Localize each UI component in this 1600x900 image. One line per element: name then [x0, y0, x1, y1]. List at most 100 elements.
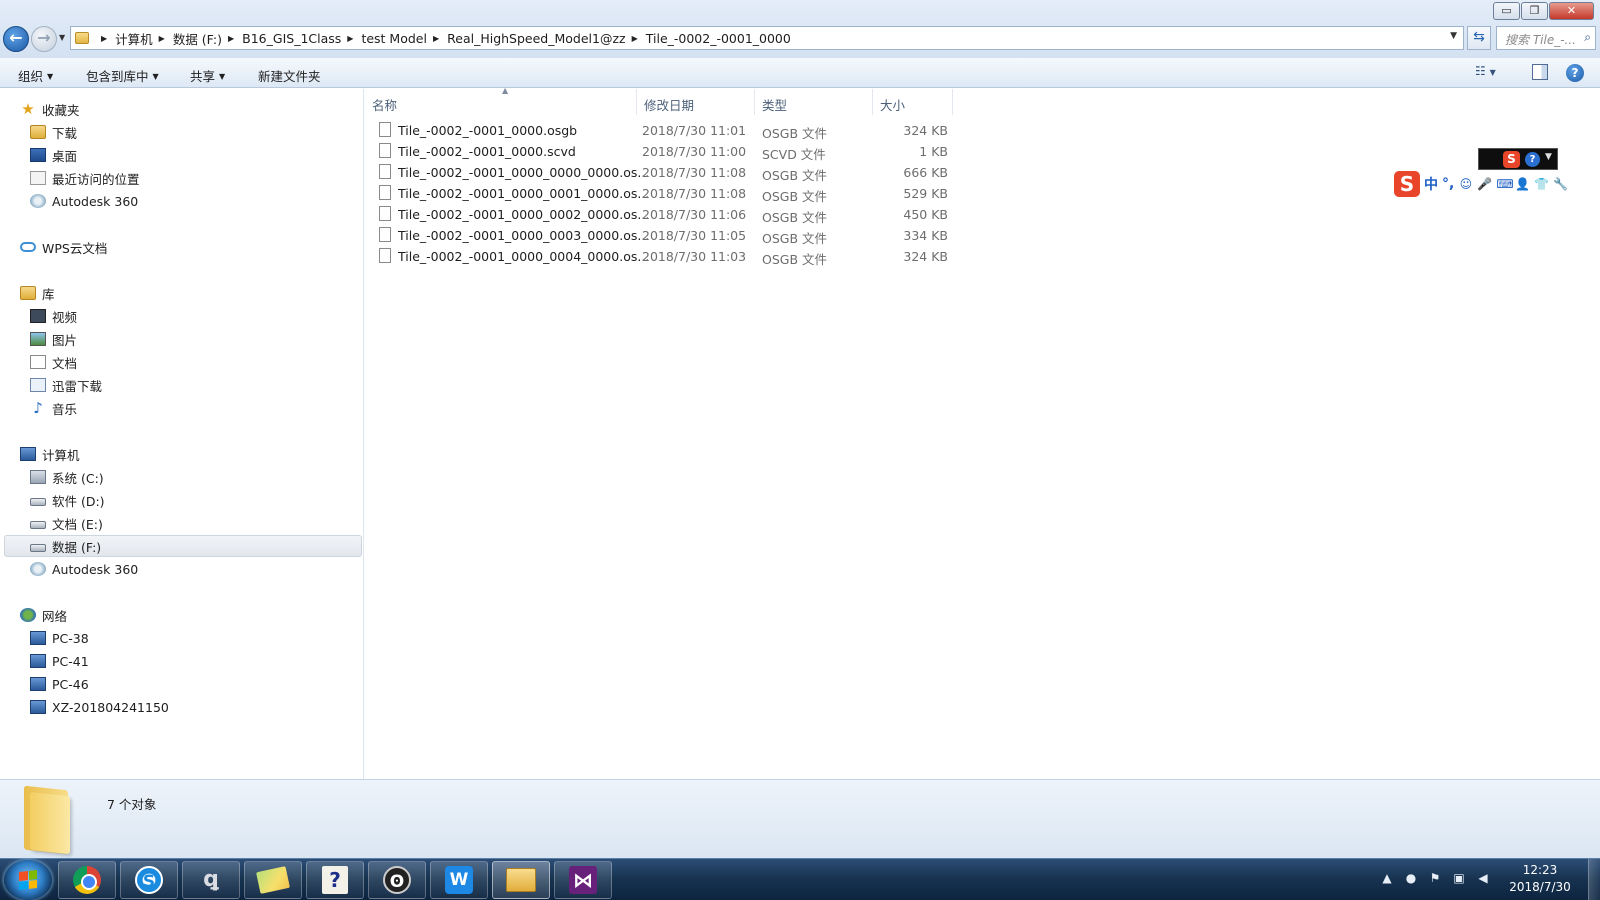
nav-pc-41[interactable]: PC-41 — [30, 650, 89, 672]
help-icon[interactable]: ? — [1525, 152, 1540, 167]
nav-recent-places[interactable]: 最近访问的位置 — [30, 167, 140, 189]
nav-autodesk-360-computer[interactable]: Autodesk 360 — [30, 558, 138, 580]
address-bar[interactable]: ▶ 计算机 ▶ 数据 (F:) ▶ B16_GIS_1Class ▶ test … — [70, 26, 1464, 50]
search-icon[interactable]: ⌕ — [1584, 30, 1591, 45]
thunder-download-library-icon — [30, 378, 46, 392]
title-address-bar: ▭ ❐ ✕ ← → ▼ ▶ 计算机 ▶ 数据 (F:) ▶ B16_GIS_1C… — [0, 0, 1600, 58]
nav-computer[interactable]: 计算机 — [20, 443, 80, 465]
file-row[interactable]: Tile_-0002_-0001_0000.scvd 2018/7/30 11:… — [379, 141, 1332, 162]
taskbar-app-sketch-tool[interactable]: ꝗ — [182, 861, 240, 899]
start-button[interactable] — [4, 860, 52, 900]
breadcrumb-separator-icon[interactable]: ▶ — [228, 34, 234, 43]
chevron-down-icon[interactable]: ▼ — [1545, 152, 1552, 162]
nav-thunder-downloads[interactable]: 迅雷下载 — [30, 374, 102, 396]
view-options-button[interactable]: ☷ ▼ — [1475, 64, 1511, 82]
taskbar-app-sticky-notes[interactable] — [244, 861, 302, 899]
network-status-icon[interactable]: ▣ — [1452, 871, 1466, 885]
file-row[interactable]: Tile_-0002_-0001_0000_0003_0000.os... 20… — [379, 225, 1332, 246]
breadcrumb-separator-icon[interactable]: ▶ — [632, 34, 638, 43]
include-library-menu[interactable]: 包含到库中 ▼ — [86, 66, 159, 85]
nav-network[interactable]: 网络 — [20, 604, 67, 626]
document-library-icon — [30, 355, 46, 369]
nav-pictures[interactable]: 图片 — [30, 328, 77, 350]
search-input[interactable]: 搜索 Tile_-... ⌕ — [1496, 26, 1596, 50]
file-name: Tile_-0002_-0001_0000_0002_0000.os... — [398, 207, 650, 222]
nav-videos[interactable]: 视频 — [30, 305, 77, 327]
breadcrumb-separator-icon[interactable]: ▶ — [347, 34, 353, 43]
close-button[interactable]: ✕ — [1549, 2, 1594, 20]
taskbar-app-chrome[interactable] — [58, 861, 116, 899]
breadcrumb-test-model[interactable]: test Model — [361, 31, 427, 46]
emoji-icon[interactable]: ☺ — [1458, 177, 1473, 192]
minimize-button[interactable]: ▭ — [1493, 2, 1520, 20]
taskbar-app-help[interactable]: ? — [306, 861, 364, 899]
address-history-dropdown[interactable]: ▼ — [1450, 31, 1457, 41]
taskbar-app-sogou-browser[interactable]: S — [120, 861, 178, 899]
breadcrumb-separator-icon[interactable]: ▶ — [433, 34, 439, 43]
nav-autodesk-360-fav[interactable]: Autodesk 360 — [30, 190, 138, 212]
breadcrumb-real-highspeed[interactable]: Real_HighSpeed_Model1@zz — [447, 31, 625, 46]
column-header-date[interactable]: 修改日期 — [637, 89, 755, 115]
refresh-button[interactable]: ⇆ — [1467, 26, 1491, 50]
nav-libraries[interactable]: 库 — [20, 282, 55, 304]
show-desktop-button[interactable] — [1588, 859, 1600, 900]
nav-label: 库 — [42, 286, 55, 302]
file-row[interactable]: Tile_-0002_-0001_0000_0002_0000.os... 20… — [379, 204, 1332, 225]
breadcrumb-b16-gis[interactable]: B16_GIS_1Class — [242, 31, 341, 46]
sogou-logo-icon[interactable]: S — [1394, 171, 1420, 197]
volume-icon[interactable]: ◀ — [1476, 871, 1490, 885]
nav-drive-d[interactable]: 软件 (D:) — [30, 489, 105, 511]
column-header-type[interactable]: 类型 — [755, 89, 873, 115]
forward-button[interactable]: → — [31, 26, 57, 52]
nav-desktop[interactable]: 桌面 — [30, 144, 77, 166]
ime-chinese-mode[interactable]: 中 — [1424, 174, 1438, 194]
breadcrumb-computer[interactable]: 计算机 — [115, 29, 153, 48]
nav-drive-e[interactable]: 文档 (E:) — [30, 512, 103, 534]
nav-favorites[interactable]: ★ 收藏夹 — [20, 98, 79, 120]
qq-penguin-icon[interactable]: ● — [1404, 871, 1418, 885]
microphone-icon[interactable]: 🎤 — [1477, 177, 1492, 192]
preview-pane-button[interactable] — [1532, 64, 1548, 80]
file-row[interactable]: Tile_-0002_-0001_0000_0001_0000.os... 20… — [379, 183, 1332, 204]
breadcrumb-separator-icon[interactable]: ▶ — [159, 34, 165, 43]
nav-drive-c[interactable]: 系统 (C:) — [30, 466, 104, 488]
video-library-icon — [30, 309, 46, 323]
column-header-name[interactable]: ▲ 名称 — [365, 86, 637, 115]
ime-punctuation-mode[interactable]: °, — [1442, 176, 1454, 192]
back-button[interactable]: ← — [3, 26, 29, 52]
keyboard-icon[interactable]: ⌨ — [1496, 177, 1513, 192]
user-icon[interactable]: 👤 — [1515, 177, 1530, 192]
new-folder-button[interactable]: 新建文件夹 — [258, 66, 321, 85]
share-menu[interactable]: 共享 ▼ — [190, 66, 225, 85]
breadcrumb-separator-icon[interactable]: ▶ — [101, 34, 107, 43]
file-row[interactable]: Tile_-0002_-0001_0000_0004_0000.os... 20… — [379, 246, 1332, 267]
ime-mini-bar[interactable]: S ? ▼ — [1478, 148, 1558, 170]
taskbar-app-visual-studio[interactable]: ⋈ — [554, 861, 612, 899]
taskbar-app-wps[interactable]: W — [430, 861, 488, 899]
nav-downloads[interactable]: 下载 — [30, 121, 77, 143]
file-row[interactable]: Tile_-0002_-0001_0000_0000_0000.os... 20… — [379, 162, 1332, 183]
wrench-icon[interactable]: 🔧 — [1553, 177, 1568, 192]
nav-drive-f[interactable]: 数据 (F:) — [4, 535, 362, 557]
restore-button[interactable]: ❐ — [1521, 2, 1548, 20]
taskbar-app-terminal[interactable]: ʘ — [368, 861, 426, 899]
column-header-size[interactable]: 大小 — [873, 89, 953, 115]
nav-pc-38[interactable]: PC-38 — [30, 627, 89, 649]
clock[interactable]: 12:23 2018/7/30 — [1500, 862, 1580, 896]
nav-pc-46[interactable]: PC-46 — [30, 673, 89, 695]
taskbar-app-explorer[interactable] — [492, 861, 550, 899]
help-button[interactable]: ? — [1566, 64, 1584, 82]
nav-documents[interactable]: 文档 — [30, 351, 77, 373]
show-hidden-icons-icon[interactable]: ▲ — [1380, 871, 1394, 885]
nav-wps-cloud[interactable]: WPS云文档 — [20, 236, 107, 258]
action-center-flag-icon[interactable]: ⚑ — [1428, 871, 1442, 885]
organize-menu[interactable]: 组织 ▼ — [18, 66, 53, 85]
star-icon: ★ — [21, 100, 35, 118]
breadcrumb-drive-f[interactable]: 数据 (F:) — [173, 29, 222, 48]
nav-music[interactable]: ♪ 音乐 — [30, 397, 77, 419]
file-row[interactable]: Tile_-0002_-0001_0000.osgb 2018/7/30 11:… — [379, 120, 1332, 141]
breadcrumb-current-folder[interactable]: Tile_-0002_-0001_0000 — [646, 31, 791, 46]
skin-shirt-icon[interactable]: 👕 — [1534, 177, 1549, 192]
nav-xz-201804241150[interactable]: XZ-201804241150 — [30, 696, 169, 718]
recent-pages-dropdown[interactable]: ▼ — [59, 33, 65, 42]
